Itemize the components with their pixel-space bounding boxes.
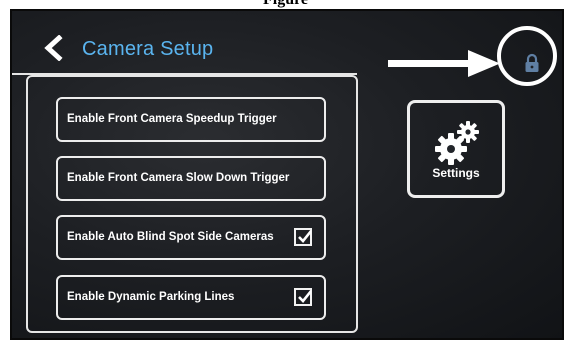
checkmark-icon	[298, 290, 311, 303]
page-title: Camera Setup	[82, 38, 214, 60]
settings-button[interactable]: Settings	[407, 100, 505, 198]
option-label: Enable Front Camera Slow Down Trigger	[67, 172, 290, 184]
option-label: Enable Front Camera Speedup Trigger	[67, 113, 277, 125]
option-front-camera-slowdown[interactable]: Enable Front Camera Slow Down Trigger	[56, 156, 326, 201]
chevron-left-icon[interactable]	[42, 35, 64, 61]
option-label: Enable Auto Blind Spot Side Cameras	[67, 231, 274, 243]
checkbox[interactable]	[294, 288, 312, 306]
option-auto-blind-spot[interactable]: Enable Auto Blind Spot Side Cameras	[56, 215, 326, 260]
settings-label: Settings	[432, 166, 480, 180]
figure-caption: Figure	[0, 0, 571, 8]
option-front-camera-speedup[interactable]: Enable Front Camera Speedup Trigger	[56, 97, 326, 142]
gears-icon	[435, 121, 479, 165]
lock-highlight-circle	[497, 26, 557, 86]
option-label: Enable Dynamic Parking Lines	[67, 291, 235, 303]
arrow-right-icon	[388, 50, 500, 77]
checkmark-icon	[298, 230, 311, 243]
option-dynamic-parking-lines[interactable]: Enable Dynamic Parking Lines	[56, 275, 326, 320]
checkbox[interactable]	[294, 228, 312, 246]
